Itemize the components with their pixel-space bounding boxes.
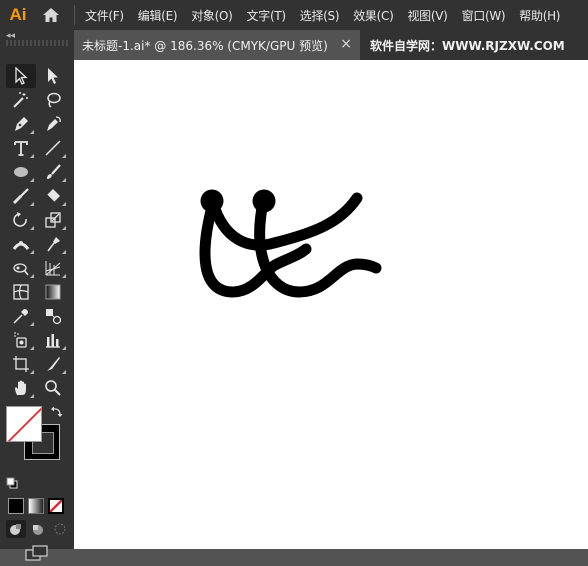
default-fill-stroke-icon[interactable] bbox=[6, 474, 18, 493]
paintbrush-tool-icon[interactable] bbox=[38, 160, 68, 184]
menu-type[interactable]: 文字(T) bbox=[247, 7, 287, 24]
document-tab[interactable]: 未标题-1.ai* @ 186.36% (CMYK/GPU 预览) × bbox=[74, 30, 360, 60]
menu-view[interactable]: 视图(V) bbox=[407, 7, 447, 24]
slice-tool-icon[interactable] bbox=[38, 352, 68, 376]
fill-swatch[interactable] bbox=[6, 406, 42, 442]
eyedropper-tool-icon[interactable] bbox=[6, 304, 36, 328]
draw-inside-icon[interactable] bbox=[50, 520, 70, 538]
none-icon bbox=[50, 500, 62, 512]
perspective-grid-tool-icon[interactable] bbox=[38, 256, 68, 280]
pen-tool-icon[interactable] bbox=[6, 112, 36, 136]
zoom-tool-icon[interactable] bbox=[38, 376, 68, 400]
column-graph-tool-icon[interactable] bbox=[38, 328, 68, 352]
color-button[interactable] bbox=[8, 498, 24, 514]
mesh-tool-icon[interactable] bbox=[6, 280, 36, 304]
lasso-tool-icon[interactable] bbox=[38, 88, 68, 112]
draw-normal-icon[interactable] bbox=[6, 520, 26, 538]
document-tab-bar: 未标题-1.ai* @ 186.36% (CMYK/GPU 预览) × 软件自学… bbox=[74, 30, 588, 60]
none-slash-icon bbox=[7, 407, 41, 441]
menu-separator bbox=[74, 5, 75, 25]
draw-behind-icon[interactable] bbox=[28, 520, 48, 538]
document-tab-title: 未标题-1.ai* @ 186.36% (CMYK/GPU 预览) bbox=[82, 38, 328, 53]
tools-panel: ◂◂ bbox=[0, 30, 74, 561]
puppet-warp-tool-icon[interactable] bbox=[38, 232, 68, 256]
artboard-canvas[interactable] bbox=[74, 60, 588, 549]
menu-items: 文件(F) 编辑(E) 对象(O) 文字(T) 选择(S) 效果(C) 视图(V… bbox=[85, 7, 574, 24]
color-mode-row bbox=[8, 498, 64, 514]
change-screen-mode-icon[interactable] bbox=[25, 544, 49, 566]
menu-edit[interactable]: 编辑(E) bbox=[138, 7, 178, 24]
symbol-sprayer-tool-icon[interactable] bbox=[6, 328, 36, 352]
close-tab-button[interactable]: × bbox=[340, 36, 352, 52]
home-icon[interactable] bbox=[36, 0, 66, 30]
width-tool-icon[interactable] bbox=[6, 232, 36, 256]
fill-stroke-controls bbox=[0, 402, 74, 489]
hand-tool-icon[interactable] bbox=[6, 376, 36, 400]
rotate-tool-icon[interactable] bbox=[6, 208, 36, 232]
gradient-button[interactable] bbox=[28, 498, 44, 514]
ellipse-tool-icon[interactable] bbox=[6, 160, 36, 184]
swap-fill-stroke-icon[interactable] bbox=[50, 404, 64, 423]
line-segment-tool-icon[interactable] bbox=[38, 136, 68, 160]
blend-tool-icon[interactable] bbox=[38, 304, 68, 328]
tool-grid bbox=[6, 64, 68, 400]
eraser-tool-icon[interactable] bbox=[38, 184, 68, 208]
blob-brush-tool-icon[interactable] bbox=[6, 184, 36, 208]
gradient-tool-icon[interactable] bbox=[38, 280, 68, 304]
scale-tool-icon[interactable] bbox=[38, 208, 68, 232]
type-tool-icon[interactable] bbox=[6, 136, 36, 160]
wave-strokes bbox=[199, 192, 382, 298]
menu-object[interactable]: 对象(O) bbox=[191, 7, 233, 24]
menu-bar: Ai 文件(F) 编辑(E) 对象(O) 文字(T) 选择(S) 效果(C) 视… bbox=[0, 0, 588, 30]
menu-window[interactable]: 窗口(W) bbox=[462, 7, 506, 24]
stroke-end-dot-left bbox=[200, 189, 224, 213]
panel-grip[interactable] bbox=[6, 40, 68, 46]
none-button[interactable] bbox=[48, 498, 64, 514]
shape-builder-tool-icon[interactable] bbox=[6, 256, 36, 280]
stroke-end-dot-right bbox=[252, 189, 276, 213]
app-logo: Ai bbox=[9, 5, 27, 24]
drawing-mode-row bbox=[6, 520, 70, 538]
menu-file[interactable]: 文件(F) bbox=[85, 7, 124, 24]
artboard-tool-icon[interactable] bbox=[6, 352, 36, 376]
menu-help[interactable]: 帮助(H) bbox=[519, 7, 560, 24]
direct-selection-tool-icon[interactable] bbox=[38, 64, 68, 88]
selection-tool-icon[interactable] bbox=[6, 64, 36, 88]
magic-wand-tool-icon[interactable] bbox=[6, 88, 36, 112]
canvas-artwork bbox=[199, 189, 382, 298]
menu-effect[interactable]: 效果(C) bbox=[353, 7, 394, 24]
site-watermark-label: 软件自学网：WWW.RJZXW.COM bbox=[370, 38, 565, 53]
curvature-tool-icon[interactable] bbox=[38, 112, 68, 136]
menu-select[interactable]: 选择(S) bbox=[300, 7, 340, 24]
